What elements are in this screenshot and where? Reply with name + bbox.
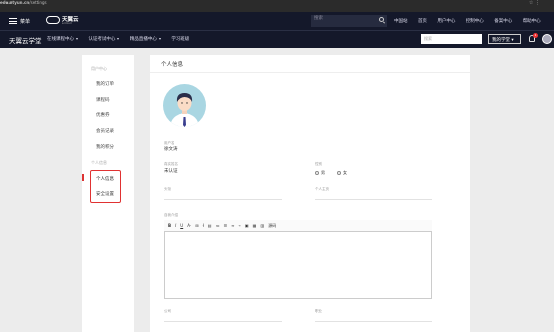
gender-radios: 男 女: [315, 170, 347, 176]
nav-filing-center[interactable]: 备案中心: [494, 19, 512, 24]
nav-help-center[interactable]: 帮助中心: [523, 19, 541, 24]
font-color-icon[interactable]: A·: [187, 223, 191, 228]
link-icon[interactable]: ∞: [231, 223, 234, 228]
logo-subtext: e.Cloud: [62, 22, 72, 25]
url-host: edu.ctyun.cn: [0, 0, 30, 5]
sidebar-item-coupons[interactable]: 优惠券: [96, 112, 110, 118]
profile-avatar[interactable]: [163, 84, 206, 127]
brand-title[interactable]: 天翼云学堂: [9, 35, 42, 45]
gender-label: 性别: [315, 162, 322, 166]
sidebar-item-points[interactable]: 我的积分: [96, 144, 114, 150]
address-bar[interactable]: edu.ctyun.cn/settings: [0, 0, 47, 5]
unlink-icon[interactable]: ⌁: [238, 223, 240, 228]
company-input[interactable]: [164, 321, 282, 322]
nav-user-center[interactable]: 用户中心: [437, 19, 455, 24]
chevron-down-icon: [158, 37, 161, 40]
sidebar-section-head-2: 个人信息: [91, 160, 107, 165]
title-label: 头衔: [164, 187, 171, 191]
menu-label[interactable]: 菜单: [20, 18, 30, 25]
source-label[interactable]: 源码: [268, 223, 276, 229]
table-icon[interactable]: ▦: [253, 223, 257, 228]
homepage-input[interactable]: [315, 199, 432, 200]
image-icon[interactable]: ▣: [245, 223, 249, 228]
main-title-bar: [150, 55, 470, 73]
page-title: 个人信息: [161, 62, 184, 68]
ordered-list-icon[interactable]: ≔: [216, 223, 220, 228]
gender-female-label[interactable]: 女: [343, 170, 347, 176]
sidebar-item-membership[interactable]: 会员记录: [96, 128, 114, 134]
header-search-input[interactable]: 搜索: [311, 15, 387, 27]
nav-live-label: 精品直播中心: [129, 37, 157, 42]
active-indicator: [82, 174, 84, 181]
hamburger-menu-icon[interactable]: [9, 18, 17, 24]
nav-control-center[interactable]: 控制中心: [466, 19, 484, 24]
username-value: 徐文涛: [164, 147, 178, 152]
nav-home[interactable]: 首页: [418, 19, 427, 24]
realname-value: 未认证: [164, 169, 178, 174]
bold-icon[interactable]: B: [168, 223, 171, 228]
remove-format-icon[interactable]: Ɨ: [203, 223, 204, 228]
my-study-button[interactable]: 我的学堂 ▾: [488, 34, 521, 44]
realname-label: 真实姓名: [164, 162, 178, 166]
nav-classes[interactable]: 学习班级: [171, 37, 189, 42]
clear-format-icon[interactable]: ⊞: [195, 223, 198, 228]
highlight-box: [90, 170, 121, 203]
top-nav: 中国站 首页 用户中心 控制中心 备案中心 帮助中心: [394, 18, 550, 24]
paste-icon[interactable]: ▤: [208, 223, 212, 228]
title-input[interactable]: [164, 199, 282, 200]
nav-china-site[interactable]: 中国站: [394, 19, 408, 24]
notification-badge: 1: [533, 33, 538, 38]
cloud-logo-icon[interactable]: [46, 16, 60, 24]
search-placeholder: 搜索: [314, 16, 323, 21]
browser-nav-buttons[interactable]: ← → ⟳: [0, 0, 554, 12]
sidebar-section-head: 用户中心: [91, 66, 107, 71]
person-illustration-icon: [170, 93, 199, 127]
nav-online-courses[interactable]: 在线课程中心: [47, 37, 78, 42]
homepage-label: 个人主页: [315, 187, 329, 191]
user-avatar[interactable]: [542, 34, 552, 44]
course-search-input[interactable]: 搜索: [421, 34, 482, 44]
occupation-label: 职业: [315, 309, 322, 313]
sidebar-item-course-code[interactable]: 课程码: [96, 97, 110, 103]
main-nav: 在线课程中心 认证考试中心 精品直播中心 学习班级: [47, 36, 198, 42]
search-icon[interactable]: [379, 17, 384, 22]
chevron-down-icon: [117, 37, 120, 40]
editor-toolbar: B I U A· ⊞ Ɨ ▤ ≔ ☰ ∞ ⌁ ▣ ▦ ▥ 源码: [164, 220, 432, 232]
bio-label: 自我介绍: [164, 213, 178, 217]
italic-icon[interactable]: I: [175, 223, 176, 228]
nav-online-courses-label: 在线课程中心: [47, 37, 74, 42]
underline-icon[interactable]: U: [180, 223, 183, 228]
nav-certification-label: 认证考试中心: [88, 37, 116, 42]
sidebar-item-orders[interactable]: 我的订单: [96, 81, 114, 87]
gender-female-radio[interactable]: [337, 171, 341, 175]
company-label: 公司: [164, 309, 171, 313]
source-icon[interactable]: ▥: [260, 223, 264, 228]
occupation-input[interactable]: [315, 321, 432, 322]
nav-live[interactable]: 精品直播中心: [130, 37, 161, 42]
browser-extension-icons[interactable]: ☆ ⋮: [529, 0, 540, 6]
url-path: /settings: [29, 0, 47, 5]
chevron-down-icon: [76, 37, 78, 40]
nav-certification[interactable]: 认证考试中心: [88, 37, 120, 42]
unordered-list-icon[interactable]: ☰: [224, 223, 228, 228]
gender-male-label[interactable]: 男: [321, 170, 325, 176]
my-study-label: 我的学堂: [492, 38, 510, 43]
gender-male-radio[interactable]: [315, 171, 319, 175]
